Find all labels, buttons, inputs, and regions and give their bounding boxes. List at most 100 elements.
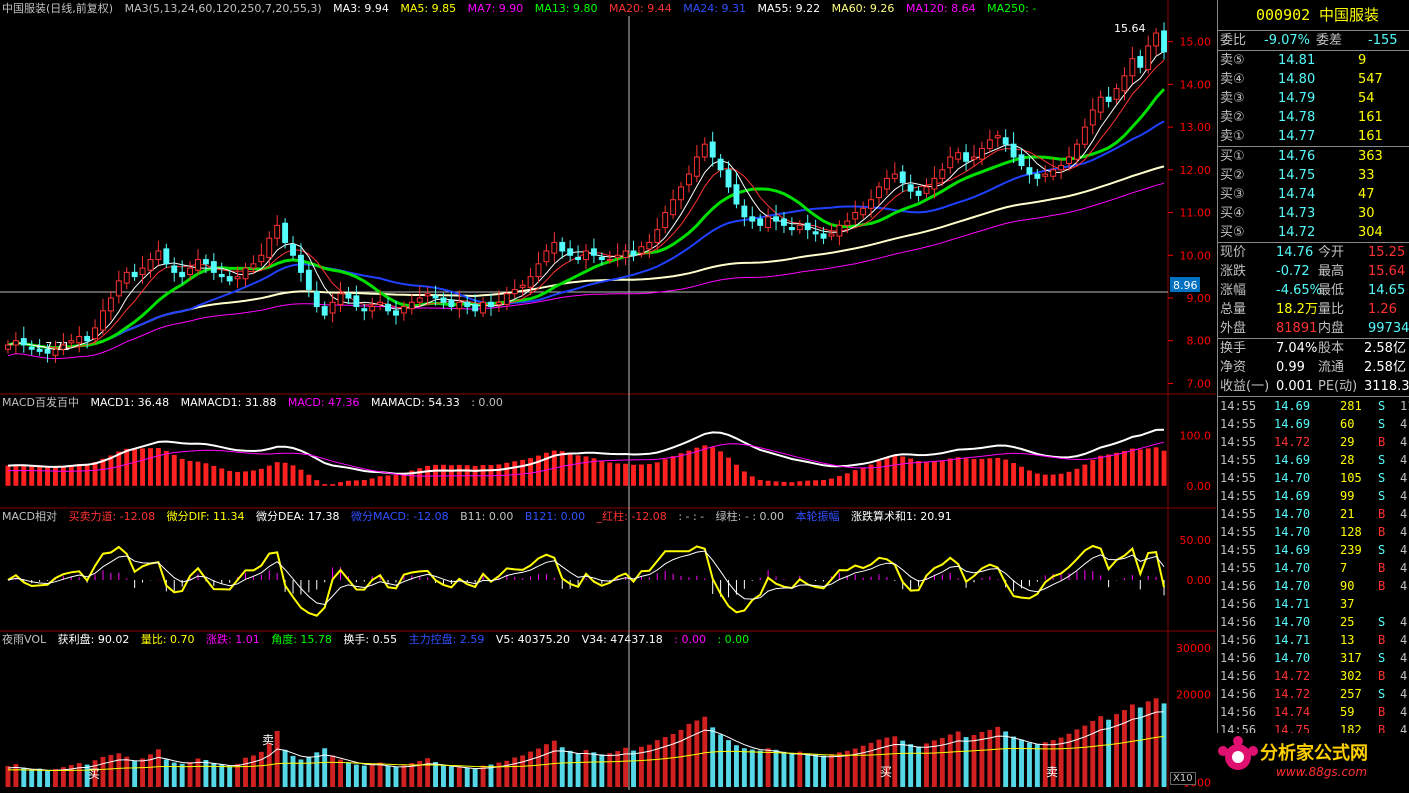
- chart-area[interactable]: 15.00 14.00 13.00 12.00 11.00 10.00 9.00 8.00 7.…: [0, 0, 1216, 790]
- vol-v34: V34: 47437.18: [581, 633, 663, 646]
- candle-body: [630, 250, 637, 256]
- volume-bar: [203, 759, 209, 787]
- candle-body: [179, 271, 186, 278]
- tick-volume: 281: [1340, 399, 1362, 413]
- macd-bar: [1090, 459, 1096, 486]
- buy-price: 14.75: [1278, 168, 1316, 183]
- candle-body: [432, 295, 439, 299]
- candle-body: [1058, 165, 1065, 171]
- candle-body: [210, 261, 217, 273]
- candle-body: [693, 156, 700, 177]
- quote-sidebar: 000902 中国服装 委比 -9.07% 委差 -155 卖⑤ 14.81 9 卖④…: [1217, 0, 1409, 790]
- macd-bar: [148, 448, 153, 486]
- macd-bar: [322, 484, 328, 486]
- buy-level-label: 买①: [1220, 149, 1245, 164]
- volume-bar: [290, 755, 296, 787]
- webi-label: 委比: [1220, 33, 1247, 48]
- quote-label: 总量: [1220, 302, 1247, 317]
- tick-count: 4: [1400, 705, 1408, 719]
- candle-body: [424, 293, 431, 297]
- quote-label: 现价: [1220, 245, 1247, 260]
- tick-price: 14.72: [1274, 435, 1311, 449]
- volume-bar: [1019, 739, 1024, 787]
- tick-side: S: [1378, 399, 1386, 413]
- tick-side: B: [1378, 705, 1386, 719]
- buy-volume: 33: [1358, 168, 1375, 183]
- volume-bar: [1106, 719, 1112, 787]
- tick-list: 14:5514.69281S1114:5514.6960S414:5514.72…: [1218, 396, 1409, 757]
- volume-bar: [512, 757, 518, 787]
- quote-label-2: PE(动): [1318, 379, 1358, 394]
- volume-bar: [108, 754, 114, 787]
- macd-bar: [528, 458, 534, 486]
- candle-body: [20, 338, 27, 346]
- x10-button[interactable]: X10: [1170, 772, 1196, 785]
- candle-body: [844, 220, 851, 226]
- candle-body: [583, 250, 589, 261]
- vol-z2: : 0.00: [717, 633, 750, 646]
- candle-body: [749, 216, 756, 222]
- macd-tick-label: 0.00: [1187, 480, 1212, 493]
- ma5-line: [7, 50, 1165, 351]
- macd-bar: [987, 458, 993, 486]
- candle-body: [472, 303, 479, 312]
- tick-count: 4: [1400, 453, 1408, 467]
- tick-side: S: [1378, 651, 1386, 665]
- tick-row: 14:56 14.70 25 S 4: [1218, 613, 1409, 631]
- sell-volume: 161: [1358, 129, 1383, 144]
- signal-label: 卖: [1046, 765, 1058, 779]
- volume-bar: [931, 740, 937, 787]
- tick-row: 14:55 14.69 281 S 11: [1218, 397, 1409, 415]
- candle-body: [234, 276, 241, 280]
- candle-body: [567, 248, 574, 256]
- candle-body: [266, 237, 273, 258]
- tick-count: 4: [1400, 507, 1408, 521]
- candle-body: [345, 293, 352, 299]
- tick-count: 4: [1400, 651, 1408, 665]
- volume-bar: [757, 750, 763, 787]
- tick-side: B: [1378, 633, 1386, 647]
- y-tick-label: 7.00: [1187, 377, 1212, 390]
- candle-body: [1002, 137, 1009, 145]
- macd-bar: [860, 467, 866, 486]
- candle-body: [5, 344, 11, 350]
- candle-body: [337, 293, 344, 305]
- macd-bar: [733, 464, 739, 486]
- volume-bar: [615, 751, 621, 787]
- candle-body: [495, 301, 502, 305]
- candle-body: [393, 310, 399, 316]
- mamacd1-label: MAMACD1: 31.88: [180, 396, 277, 409]
- macd-bar: [797, 481, 803, 486]
- macd-bar: [298, 469, 304, 486]
- rel-sum: 涨跌算术和1: 20.91: [851, 510, 952, 523]
- quote-value: -4.65%: [1276, 283, 1322, 298]
- macd-bar: [385, 475, 391, 486]
- ma55-label: MA55: 9.22: [757, 2, 821, 15]
- ma20-label: MA20: 9.44: [609, 2, 672, 15]
- volume-bar: [916, 746, 922, 787]
- macd-bar: [567, 452, 573, 486]
- sell-volume: 9: [1358, 53, 1367, 68]
- tick-price: 14.70: [1274, 651, 1311, 665]
- rel-tick-label: 0.00: [1187, 574, 1212, 587]
- tick-time: 14:56: [1220, 633, 1257, 647]
- macd-bar: [433, 464, 439, 486]
- macd-bar: [92, 462, 98, 486]
- candle-body: [115, 280, 122, 297]
- candle-body: [978, 147, 985, 160]
- sell-book: 卖⑤ 14.81 9 卖④ 14.80 547 卖③ 14.79 54 卖② 14.78 161 卖① 1…: [1218, 51, 1409, 146]
- volume-bar: [536, 748, 541, 787]
- candle-body: [701, 143, 708, 158]
- kline-chart-svg[interactable]: 15.00 14.00 13.00 12.00 11.00 10.00 9.00 8.00 7.…: [0, 0, 1216, 790]
- candle-body: [1050, 169, 1057, 177]
- volume-bar: [338, 759, 343, 787]
- candle-body: [915, 190, 922, 196]
- sell-price: 14.79: [1278, 91, 1316, 106]
- tick-price: 14.74: [1274, 705, 1311, 719]
- tick-time: 14:56: [1220, 615, 1257, 629]
- tick-volume: 60: [1340, 417, 1355, 431]
- volume-bar: [1121, 710, 1127, 787]
- candle-body: [511, 288, 518, 295]
- tick-volume: 317: [1340, 651, 1362, 665]
- y-tick-label: 15.00: [1180, 36, 1212, 49]
